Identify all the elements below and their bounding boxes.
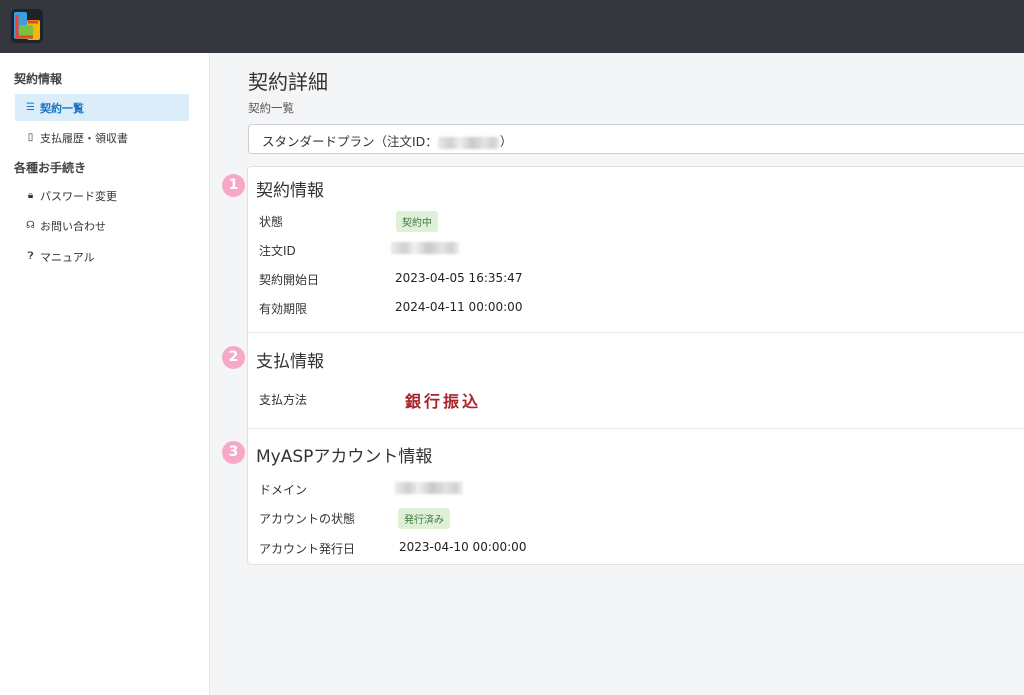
sidebar-item-contact[interactable]: ☊ お問い合わせ	[15, 212, 189, 239]
contract-detail-card: 契約情報 状態 契約中 注文ID 契約開始日 2023-04-05 16:35:…	[247, 166, 1024, 565]
question-icon: ❓︎	[27, 251, 34, 262]
headset-icon: ☊	[26, 220, 35, 231]
section-title-contract-info: 契約情報	[256, 181, 324, 201]
section-number-badge: 3	[222, 441, 245, 464]
breadcrumb[interactable]: 契約一覧	[248, 100, 294, 116]
expiration-date: 2024-04-11 00:00:00	[395, 300, 523, 314]
sidebar-item-password-change[interactable]: 🔒︎ パスワード変更	[15, 182, 189, 209]
sidebar-item-payment-history[interactable]: ▯ 支払履歴・領収書	[15, 124, 189, 151]
sidebar-item-manual[interactable]: ❓︎ マニュアル	[15, 243, 189, 270]
account-status-badge: 発行済み	[398, 508, 450, 529]
redacted-domain	[395, 482, 463, 494]
redacted-order-id	[391, 242, 459, 254]
row-label: 有効期限	[259, 302, 308, 316]
row-label: 状態	[259, 215, 284, 229]
redacted-order-id	[437, 136, 500, 149]
section-number-badge: 1	[222, 174, 245, 197]
payment-method-value: 銀行振込	[405, 392, 482, 411]
row-label: 契約開始日	[259, 273, 320, 287]
row-label: ドメイン	[259, 483, 308, 497]
app-logo-icon[interactable]	[11, 9, 43, 43]
status-badge: 契約中	[396, 211, 438, 232]
divider	[248, 332, 1024, 333]
sidebar-item-label: 契約一覧	[40, 101, 84, 115]
page-title: 契約詳細	[248, 70, 328, 94]
sidebar-section-contract: 契約情報	[14, 72, 63, 86]
contract-select-suffix: ）	[499, 134, 513, 149]
document-icon: ▯	[27, 132, 34, 143]
row-label: 注文ID	[259, 244, 296, 258]
section-title-account-info: MyASPアカウント情報	[256, 447, 433, 467]
list-icon: ☰	[26, 102, 35, 113]
row-label: アカウント発行日	[259, 542, 356, 556]
section-title-payment-info: 支払情報	[256, 352, 324, 372]
account-issue-date: 2023-04-10 00:00:00	[399, 540, 527, 554]
sidebar-item-contract-list[interactable]: ☰ 契約一覧	[15, 94, 189, 121]
sidebar-section-procedures: 各種お手続き	[14, 161, 87, 175]
sidebar-item-label: パスワード変更	[40, 189, 117, 203]
sidebar-item-label: 支払履歴・領収書	[40, 131, 128, 145]
main-content: 契約詳細 契約一覧 スタンダードプラン（注文ID： ） 1 2 3 契約情報 状態…	[210, 53, 1024, 695]
contract-start-date: 2023-04-05 16:35:47	[395, 271, 523, 285]
contract-select[interactable]: スタンダードプラン（注文ID： ）	[248, 124, 1024, 154]
sidebar-item-label: マニュアル	[40, 250, 95, 264]
sidebar: 契約情報 ☰ 契約一覧 ▯ 支払履歴・領収書 各種お手続き 🔒︎ パスワード変更…	[0, 53, 210, 695]
contract-select-prefix: スタンダードプラン（注文ID：	[262, 134, 438, 149]
section-number-badge: 2	[222, 346, 245, 369]
divider	[248, 428, 1024, 429]
sidebar-item-label: お問い合わせ	[40, 219, 106, 233]
row-label: 支払方法	[259, 393, 308, 407]
top-bar	[0, 0, 1024, 53]
lock-icon: 🔒︎	[27, 190, 34, 201]
row-label: アカウントの状態	[259, 512, 356, 526]
